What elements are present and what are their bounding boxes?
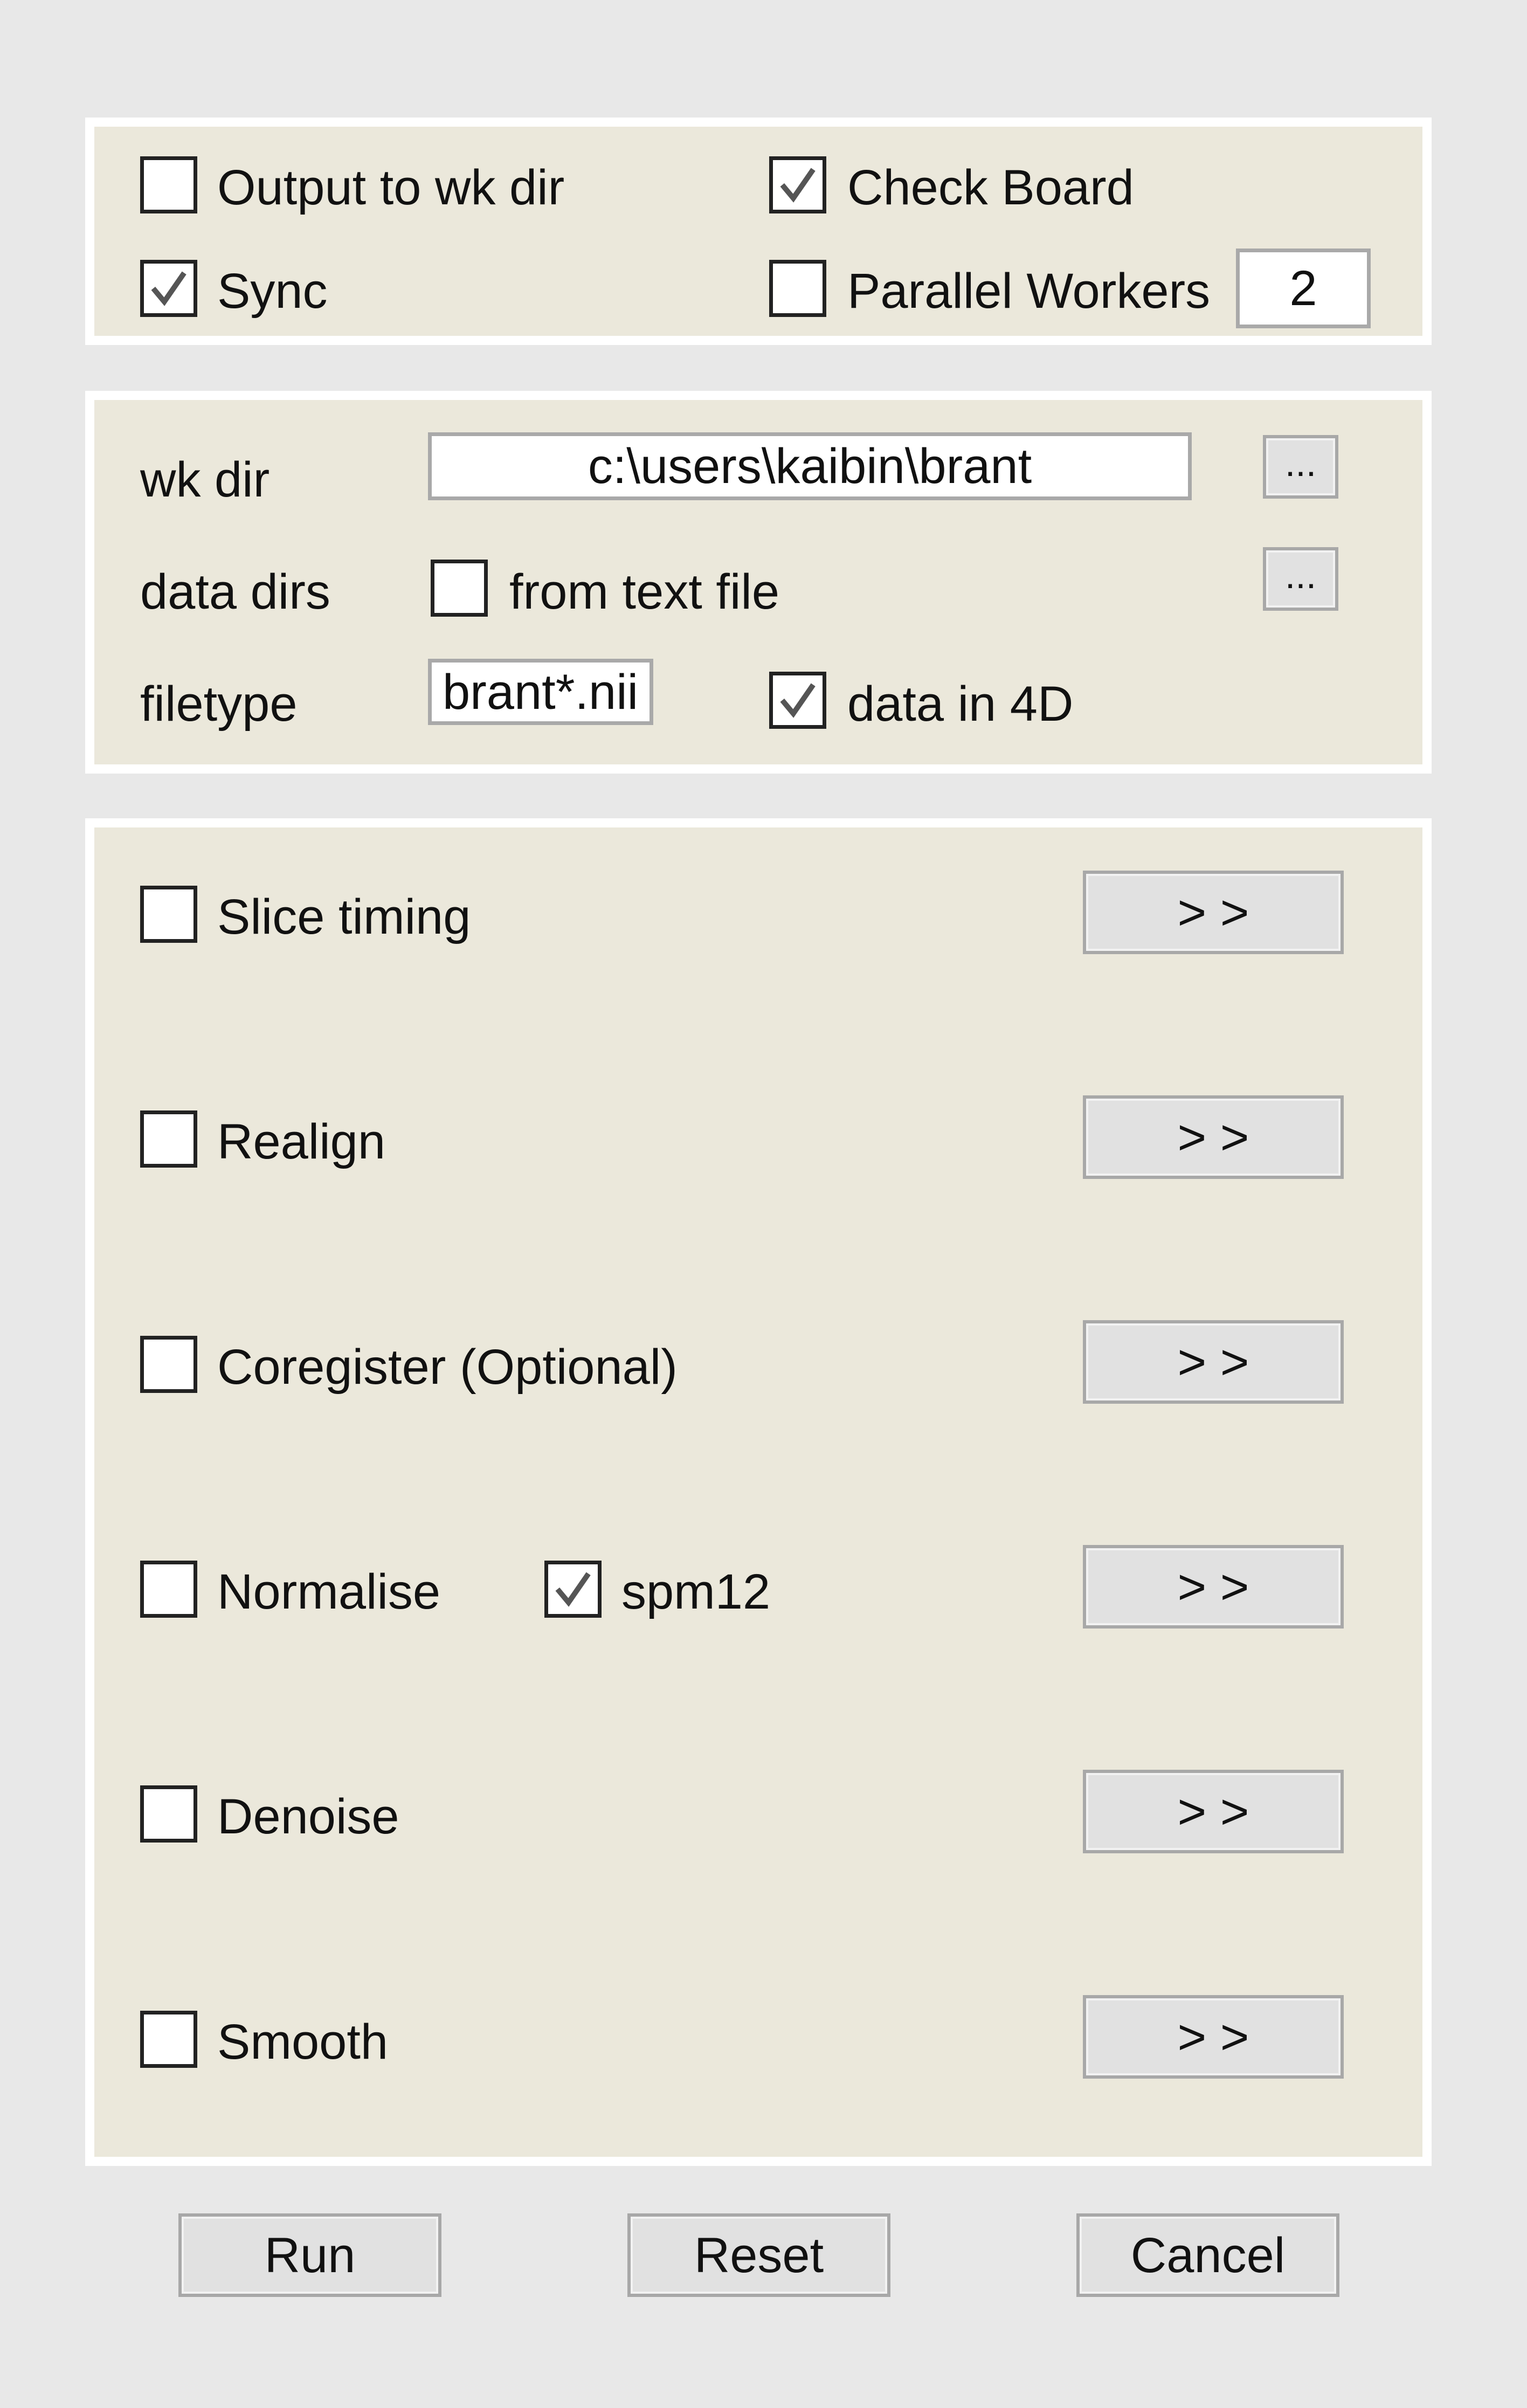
- realign-checkbox[interactable]: [140, 1110, 197, 1168]
- check-board-checkbox[interactable]: [769, 156, 826, 213]
- data-dirs-browse-button[interactable]: ...: [1263, 547, 1338, 611]
- realign-label: Realign: [217, 1114, 385, 1169]
- check-board-label: Check Board: [847, 160, 1134, 215]
- run-button[interactable]: Run: [178, 2213, 441, 2297]
- smooth-options-button[interactable]: > >: [1083, 1995, 1344, 2079]
- coregister-label: Coregister (Optional): [217, 1340, 678, 1395]
- denoise-options-button[interactable]: > >: [1083, 1770, 1344, 1853]
- smooth-label: Smooth: [217, 2014, 389, 2069]
- denoise-checkbox[interactable]: [140, 1785, 197, 1843]
- output-to-wk-dir-label: Output to wk dir: [217, 160, 565, 215]
- spm12-label: spm12: [621, 1564, 771, 1619]
- parallel-workers-checkbox[interactable]: [769, 260, 826, 317]
- parallel-workers-input[interactable]: 2: [1236, 249, 1371, 328]
- checkmark-icon: [555, 1572, 591, 1607]
- from-text-file-label: from text file: [509, 564, 780, 619]
- denoise-label: Denoise: [217, 1789, 399, 1844]
- slice-timing-options-button[interactable]: > >: [1083, 871, 1344, 954]
- wk-dir-input[interactable]: c:\users\kaibin\brant: [428, 432, 1192, 500]
- checkmark-icon: [780, 168, 816, 203]
- filetype-label: filetype: [140, 677, 298, 732]
- reset-button[interactable]: Reset: [627, 2213, 890, 2297]
- normalise-checkbox[interactable]: [140, 1561, 197, 1618]
- data-in-4d-checkbox[interactable]: [769, 672, 826, 729]
- coregister-options-button[interactable]: > >: [1083, 1320, 1344, 1404]
- steps-panel: Slice timing > > Realign > > Coregister …: [85, 818, 1432, 2166]
- sync-label: Sync: [217, 264, 328, 319]
- cancel-button[interactable]: Cancel: [1076, 2213, 1339, 2297]
- input-panel: wk dir c:\users\kaibin\brant ... data di…: [85, 391, 1432, 774]
- parallel-workers-label: Parallel Workers: [847, 264, 1211, 319]
- slice-timing-label: Slice timing: [217, 889, 471, 944]
- wk-dir-browse-button[interactable]: ...: [1263, 435, 1338, 499]
- data-in-4d-label: data in 4D: [847, 677, 1074, 732]
- data-dirs-label: data dirs: [140, 564, 330, 619]
- checkmark-icon: [780, 683, 816, 718]
- filetype-input[interactable]: brant*.nii: [428, 659, 653, 725]
- sync-checkbox[interactable]: [140, 260, 197, 317]
- smooth-checkbox[interactable]: [140, 2011, 197, 2068]
- realign-options-button[interactable]: > >: [1083, 1095, 1344, 1179]
- normalise-label: Normalise: [217, 1564, 441, 1619]
- output-to-wk-dir-checkbox[interactable]: [140, 156, 197, 213]
- coregister-checkbox[interactable]: [140, 1336, 197, 1393]
- options-panel: Output to wk dir Check Board Sync Parall…: [85, 118, 1432, 345]
- normalise-options-button[interactable]: > >: [1083, 1545, 1344, 1629]
- wk-dir-label: wk dir: [140, 452, 270, 507]
- from-text-file-checkbox[interactable]: [431, 560, 488, 617]
- checkmark-icon: [151, 271, 186, 306]
- slice-timing-checkbox[interactable]: [140, 886, 197, 943]
- spm12-checkbox[interactable]: [544, 1561, 602, 1618]
